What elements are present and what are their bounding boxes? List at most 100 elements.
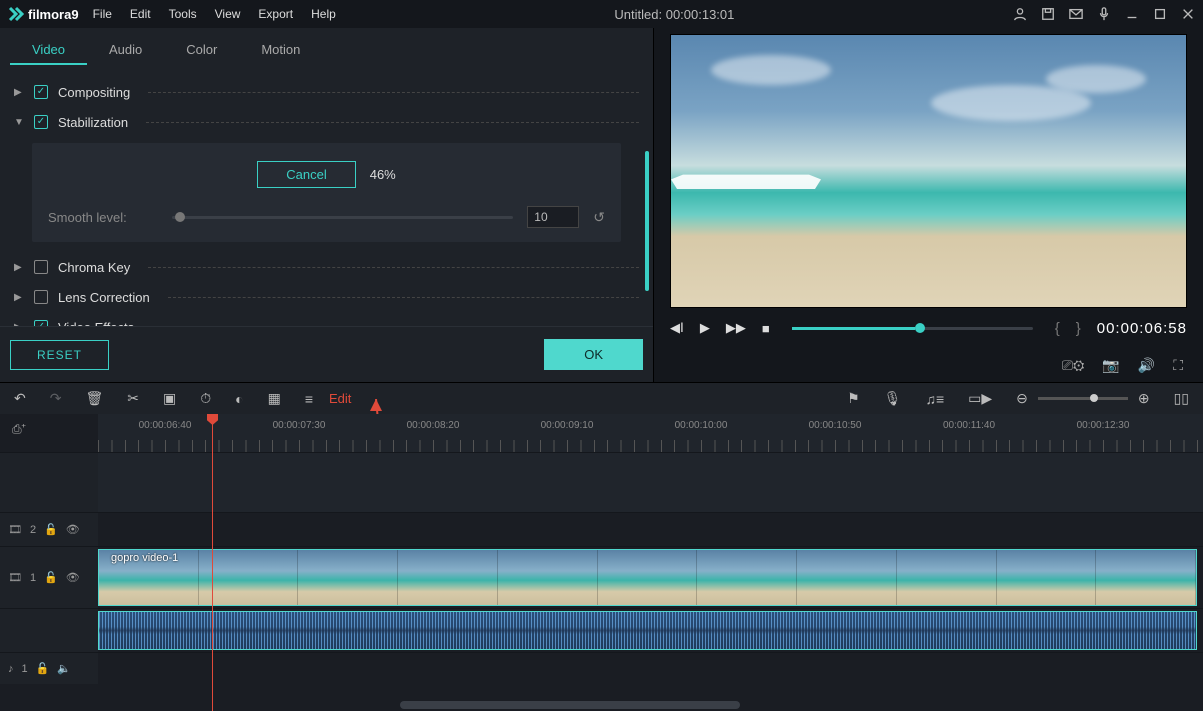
step-forward-icon[interactable]: ▶▶: [726, 320, 746, 336]
smooth-value-input[interactable]: [527, 206, 579, 228]
chevron-down-icon: ▼: [14, 117, 24, 128]
stabilization-checkbox[interactable]: ✓: [34, 115, 48, 129]
maximize-icon[interactable]: [1153, 7, 1167, 21]
track-head-empty: [0, 453, 98, 512]
track-body-v1[interactable]: gopro video-1: [98, 547, 1203, 608]
save-icon[interactable]: [1041, 7, 1055, 21]
visibility-icon[interactable]: 👁: [66, 523, 80, 536]
ruler-ticks: [98, 440, 1203, 452]
close-icon[interactable]: [1181, 7, 1195, 21]
prop-chroma[interactable]: ▶ ✓ Chroma Key: [14, 252, 639, 282]
stabilization-progress: Cancel 46%: [48, 161, 605, 188]
mark-in-icon[interactable]: {: [1055, 320, 1060, 337]
delete-icon[interactable]: 🗑: [85, 390, 103, 407]
smooth-slider-thumb[interactable]: [175, 212, 185, 222]
snapshot-icon[interactable]: 📷: [1102, 357, 1119, 374]
playhead[interactable]: [212, 414, 213, 711]
timeline-ruler[interactable]: 00:00:06:40 00:00:07:30 00:00:08:20 00:0…: [98, 414, 1203, 452]
menu-help[interactable]: Help: [311, 7, 336, 21]
tab-motion[interactable]: Motion: [239, 36, 322, 65]
visibility-icon[interactable]: 👁: [66, 571, 80, 584]
boat-decoration: [671, 165, 821, 189]
mute-icon[interactable]: 🔈: [57, 662, 71, 675]
track-head-a1: [0, 609, 98, 652]
quality-icon[interactable]: ⎚⚙: [1062, 357, 1085, 374]
mail-icon[interactable]: [1069, 7, 1083, 21]
menu-view[interactable]: View: [215, 7, 241, 21]
undo-icon[interactable]: ↶: [14, 390, 26, 407]
marker-icon[interactable]: ⚑: [847, 390, 860, 407]
clip-thumbnails: [99, 550, 1196, 605]
audio-clip[interactable]: [98, 611, 1197, 650]
split-icon[interactable]: ✂: [127, 390, 139, 407]
menu-tools[interactable]: Tools: [169, 7, 197, 21]
green-screen-icon[interactable]: ▦: [268, 390, 281, 407]
track-body-music[interactable]: [98, 653, 1203, 684]
track-body-v2[interactable]: [98, 513, 1203, 546]
effects-checkbox[interactable]: ✓: [34, 320, 48, 326]
color-icon[interactable]: ◐: [235, 391, 243, 407]
scrollbar-accent[interactable]: [645, 151, 649, 291]
seek-bar[interactable]: [792, 327, 1033, 330]
speed-icon[interactable]: ⏱: [200, 390, 211, 407]
timeline-horizontal-scrollbar[interactable]: [400, 701, 740, 709]
stop-icon[interactable]: ■: [762, 321, 770, 336]
prop-lens[interactable]: ▶ ✓ Lens Correction: [14, 282, 639, 312]
timeline-toolbar: ↶ ↷ 🗑 ✂ ▣ ⏱ ◐ ▦ ≡ Edit ⚑ 🎙 ♫≡ ▭▶ ⊖ ⊕ ▯▯: [0, 382, 1203, 414]
ok-button[interactable]: OK: [544, 339, 643, 370]
track-body-a1[interactable]: [98, 609, 1203, 652]
chroma-label: Chroma Key: [58, 260, 130, 275]
zoom-in-icon[interactable]: ⊕: [1138, 390, 1150, 407]
tab-video[interactable]: Video: [10, 36, 87, 65]
lens-checkbox[interactable]: ✓: [34, 290, 48, 304]
lock-icon[interactable]: 🔓: [36, 662, 50, 675]
chroma-checkbox[interactable]: ✓: [34, 260, 48, 274]
add-track-icon[interactable]: ⎙⁺: [12, 422, 26, 437]
fullscreen-icon[interactable]: ⛶: [1173, 357, 1183, 374]
prop-effects[interactable]: ▶ ✓ Video Effects: [14, 312, 639, 326]
track-number: 1: [30, 572, 36, 584]
chevron-right-icon: ▶: [14, 87, 24, 98]
cancel-button[interactable]: Cancel: [257, 161, 355, 188]
prop-stabilization[interactable]: ▼ ✓ Stabilization: [14, 107, 639, 137]
preview-viewport[interactable]: [670, 34, 1187, 308]
zoom-out-icon[interactable]: ⊖: [1016, 390, 1028, 407]
play-icon[interactable]: ▶: [700, 320, 710, 336]
mixer-icon[interactable]: ♫≡: [925, 391, 944, 407]
smooth-slider[interactable]: [172, 216, 513, 219]
reset-button[interactable]: RESET: [10, 340, 109, 370]
zoom-thumb[interactable]: [1090, 394, 1098, 402]
zoom-slider[interactable]: [1038, 397, 1128, 400]
redo-icon[interactable]: ↷: [50, 390, 62, 407]
mark-out-icon[interactable]: }: [1076, 320, 1081, 337]
minimize-icon[interactable]: [1125, 7, 1139, 21]
lock-icon[interactable]: 🔓: [44, 571, 58, 584]
ruler-tick: 00:00:08:20: [366, 420, 500, 431]
reset-smooth-icon[interactable]: ↺: [593, 209, 605, 226]
account-icon[interactable]: [1013, 7, 1027, 21]
menu-export[interactable]: Export: [258, 7, 293, 21]
mic-icon[interactable]: [1097, 7, 1111, 21]
lock-icon[interactable]: 🔓: [44, 523, 58, 536]
prop-compositing[interactable]: ▶ ✓ Compositing: [14, 77, 639, 107]
compositing-checkbox[interactable]: ✓: [34, 85, 48, 99]
volume-icon[interactable]: 🔊: [1138, 357, 1155, 374]
tab-color[interactable]: Color: [164, 36, 239, 65]
tab-audio[interactable]: Audio: [87, 36, 164, 65]
record-vo-icon[interactable]: 🎙: [884, 390, 902, 407]
edit-tool-icon[interactable]: ≡: [305, 391, 313, 407]
film-icon: 🎞: [8, 523, 22, 536]
toolbar-left: ↶ ↷ 🗑 ✂ ▣ ⏱ ◐ ▦ ≡ Edit: [14, 390, 351, 407]
preview-lower-icons: ⎚⚙ 📷 🔊 ⛶: [664, 348, 1193, 382]
ruler-labels: 00:00:06:40 00:00:07:30 00:00:08:20 00:0…: [98, 420, 1203, 431]
crop-icon[interactable]: ▣: [163, 390, 176, 407]
track-empty-top: [0, 452, 1203, 512]
menu-file[interactable]: File: [93, 7, 112, 21]
track-body-empty[interactable]: [98, 453, 1203, 512]
render-icon[interactable]: ▭▶: [968, 390, 992, 407]
video-clip[interactable]: gopro video-1: [98, 549, 1197, 606]
seek-thumb[interactable]: [915, 323, 925, 333]
step-back-icon[interactable]: ◀Ⅰ: [670, 320, 684, 336]
zoom-fit-icon[interactable]: ▯▯: [1174, 390, 1189, 407]
menu-edit[interactable]: Edit: [130, 7, 151, 21]
